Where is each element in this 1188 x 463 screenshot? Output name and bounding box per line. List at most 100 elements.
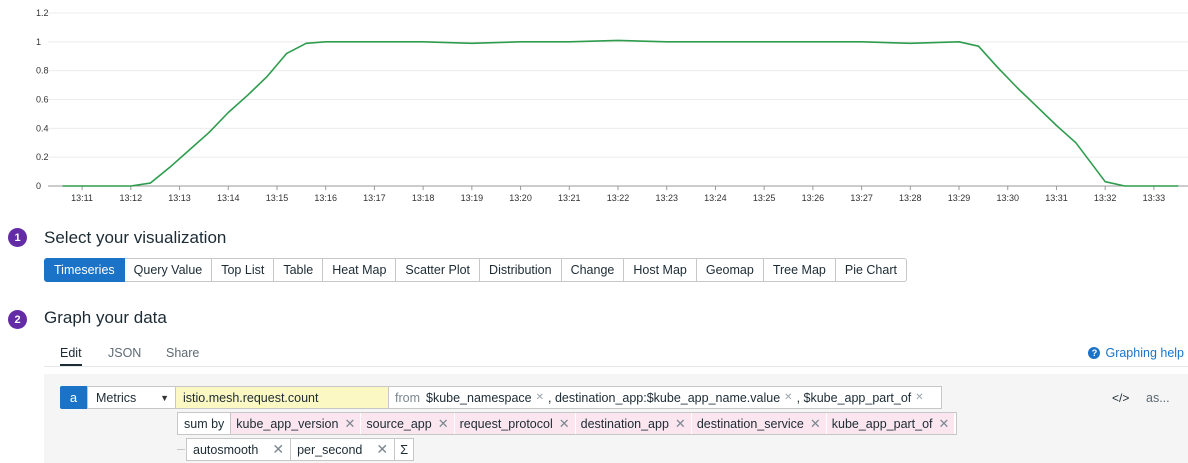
function-chip-autosmooth[interactable]: autosmooth ✕ <box>186 438 292 461</box>
function-label: autosmooth <box>193 442 259 457</box>
viz-option-top-list[interactable]: Top List <box>212 258 275 282</box>
viz-option-pie-chart[interactable]: Pie Chart <box>835 258 907 282</box>
y-tick-label: 0.6 <box>36 95 49 105</box>
function-connector <box>177 449 185 450</box>
x-tick-label: 13:19 <box>461 193 484 203</box>
group-by-tag-label: source_app <box>366 416 432 431</box>
query-editor: a Metrics ▼ istio.mesh.request.count fro… <box>44 374 1188 463</box>
group-by-tag-label: kube_app_part_of <box>831 416 933 431</box>
remove-tag-icon[interactable]: ✕ <box>344 416 355 432</box>
remove-filter-icon[interactable]: ✕ <box>784 392 792 403</box>
group-by-tag: destination_service ✕ <box>691 413 827 434</box>
viz-option-table[interactable]: Table <box>274 258 324 282</box>
step-2-badge: 2 <box>8 310 27 329</box>
alias-as-button[interactable]: as... <box>1146 391 1170 405</box>
metric-input[interactable]: istio.mesh.request.count <box>176 386 389 409</box>
visualization-selector: Timeseries Query Value Top List Table Heat M… <box>44 258 907 282</box>
x-tick-label: 13:30 <box>996 193 1019 203</box>
group-by-tag: destination_app ✕ <box>575 413 692 434</box>
viz-option-tree-map[interactable]: Tree Map <box>763 258 836 282</box>
viz-option-scatter-plot[interactable]: Scatter Plot <box>396 258 481 282</box>
series-line <box>62 39 1179 187</box>
y-tick-label: 1 <box>36 37 41 47</box>
x-tick-label: 13:32 <box>1094 193 1117 203</box>
x-tick-label: 13:28 <box>899 193 922 203</box>
viz-option-host-map[interactable]: Host Map <box>624 258 697 282</box>
x-tick-label: 13:17 <box>363 193 386 203</box>
group-by-tag-label: request_protocol <box>459 416 553 431</box>
x-tick-label: 13:27 <box>850 193 873 203</box>
y-tick-label: 0 <box>36 181 41 191</box>
viz-option-distribution[interactable]: Distribution <box>480 258 562 282</box>
tab-share[interactable]: Share <box>166 346 199 360</box>
x-tick-label: 13:33 <box>1143 193 1166 203</box>
x-tick-label: 13:13 <box>168 193 191 203</box>
x-tick-label: 13:25 <box>753 193 776 203</box>
remove-tag-icon[interactable]: ✕ <box>675 416 686 432</box>
function-chip-per-second[interactable]: per_second ✕ <box>291 438 396 461</box>
y-tick-label: 0.8 <box>36 66 49 76</box>
x-tick-label: 13:23 <box>655 193 678 203</box>
graphing-help-link[interactable]: ? Graphing help <box>1088 346 1184 360</box>
caret-down-icon: ▼ <box>160 392 169 403</box>
group-by-tag: kube_app_version ✕ <box>231 413 362 434</box>
group-by-tag-label: destination_service <box>696 416 804 431</box>
group-by-tag: request_protocol ✕ <box>454 413 576 434</box>
x-tick-label: 13:15 <box>266 193 289 203</box>
remove-filter-icon[interactable]: ✕ <box>915 392 923 403</box>
remove-filter-icon[interactable]: ✕ <box>536 392 544 403</box>
group-by-tag-label: destination_app <box>580 416 669 431</box>
x-tick-label: 13:31 <box>1045 193 1068 203</box>
filter-tag: $kube_namespace <box>426 390 532 405</box>
viz-option-geomap[interactable]: Geomap <box>696 258 764 282</box>
viz-option-timeseries[interactable]: Timeseries <box>44 258 125 282</box>
remove-function-icon[interactable]: ✕ <box>376 441 388 458</box>
x-tick-label: 13:22 <box>607 193 630 203</box>
x-tick-label: 13:20 <box>509 193 532 203</box>
sum-by-label: sum by <box>178 413 232 434</box>
remove-tag-icon[interactable]: ✕ <box>438 416 449 432</box>
tab-edit[interactable]: Edit <box>60 346 82 360</box>
viz-option-heat-map[interactable]: Heat Map <box>323 258 397 282</box>
viz-option-query-value[interactable]: Query Value <box>124 258 213 282</box>
function-label: per_second <box>297 442 363 457</box>
data-source-select[interactable]: Metrics ▼ <box>87 386 176 409</box>
x-tick-label: 13:12 <box>120 193 143 203</box>
x-tick-label: 13:14 <box>217 193 240 203</box>
step-1-title: Select your visualization <box>44 228 227 247</box>
filter-tag: , $kube_app_part_of <box>796 390 912 405</box>
remove-tag-icon[interactable]: ✕ <box>810 416 821 432</box>
tabs-divider <box>44 366 1188 367</box>
remove-tag-icon[interactable]: ✕ <box>559 416 570 432</box>
step-2-title: Graph your data <box>44 308 167 327</box>
tab-json[interactable]: JSON <box>108 346 141 360</box>
remove-tag-icon[interactable]: ✕ <box>939 416 950 432</box>
graphing-help-label: Graphing help <box>1105 346 1184 360</box>
x-tick-label: 13:11 <box>71 193 93 203</box>
x-tick-label: 13:26 <box>802 193 825 203</box>
x-tick-label: 13:18 <box>412 193 435 203</box>
y-tick-label: 1.2 <box>36 8 49 18</box>
group-by-tag: source_app ✕ <box>361 413 455 434</box>
data-source-value: Metrics <box>96 390 137 405</box>
group-by-tag: kube_app_part_of ✕ <box>826 413 956 434</box>
group-by-box[interactable]: sum by kube_app_version ✕ source_app ✕ req… <box>177 412 957 435</box>
group-by-tag-label: kube_app_version <box>236 416 339 431</box>
code-toggle-icon[interactable]: </> <box>1112 391 1129 405</box>
timeseries-chart: 0 0.2 0.4 0.6 0.8 1 1.2 13:11 13:12 13:13 13:14 13:… <box>36 8 1188 203</box>
query-letter-badge[interactable]: a <box>60 386 87 409</box>
viz-option-change[interactable]: Change <box>561 258 625 282</box>
x-tick-label: 13:16 <box>314 193 337 203</box>
from-filter-box[interactable]: from $kube_namespace ✕ , destination_app:… <box>389 386 942 409</box>
y-tick-label: 0.2 <box>36 152 49 162</box>
filter-tag: , destination_app:$kube_app_name.value <box>548 390 781 405</box>
question-circle-icon: ? <box>1088 347 1101 359</box>
step-1-badge: 1 <box>8 228 27 247</box>
add-function-sigma-icon[interactable]: Σ <box>395 438 415 461</box>
x-tick-label: 13:29 <box>948 193 971 203</box>
x-tick-label: 13:24 <box>704 193 727 203</box>
remove-function-icon[interactable]: ✕ <box>272 441 284 458</box>
from-label: from <box>395 390 420 405</box>
y-tick-label: 0.4 <box>36 123 49 133</box>
x-tick-label: 13:21 <box>558 193 581 203</box>
